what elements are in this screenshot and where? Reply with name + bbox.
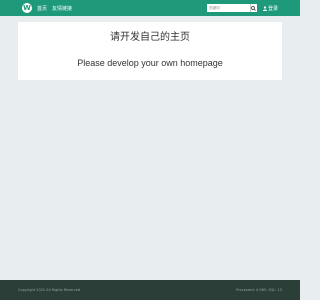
search-icon [251,5,257,11]
footer: Copyright 2022 All Rights Reserved Proce… [0,280,300,300]
page-subtitle: Please develop your own homepage [77,58,223,68]
login-label: 登录 [267,5,278,12]
site-logo[interactable]: W [22,3,32,13]
search-button[interactable] [249,4,257,12]
user-icon [262,5,267,11]
nav-link-home[interactable]: 首页 [37,5,47,12]
processing-stats: Processed: 0.065, SQL: 15 [236,288,282,292]
nav-links: 首页 友情链接 [37,5,72,12]
main-content-card: 请开发自己的主页 Please develop your own homepag… [18,22,282,80]
top-navbar: W 首页 友情链接 登录 [0,0,300,16]
copyright-text: Copyright 2022 All Rights Reserved [18,288,81,292]
login-link[interactable]: 登录 [262,5,278,12]
search-input[interactable] [206,4,250,12]
nav-link-friends[interactable]: 友情链接 [52,5,72,12]
search-box [206,4,257,12]
page-title: 请开发自己的主页 [110,32,190,43]
